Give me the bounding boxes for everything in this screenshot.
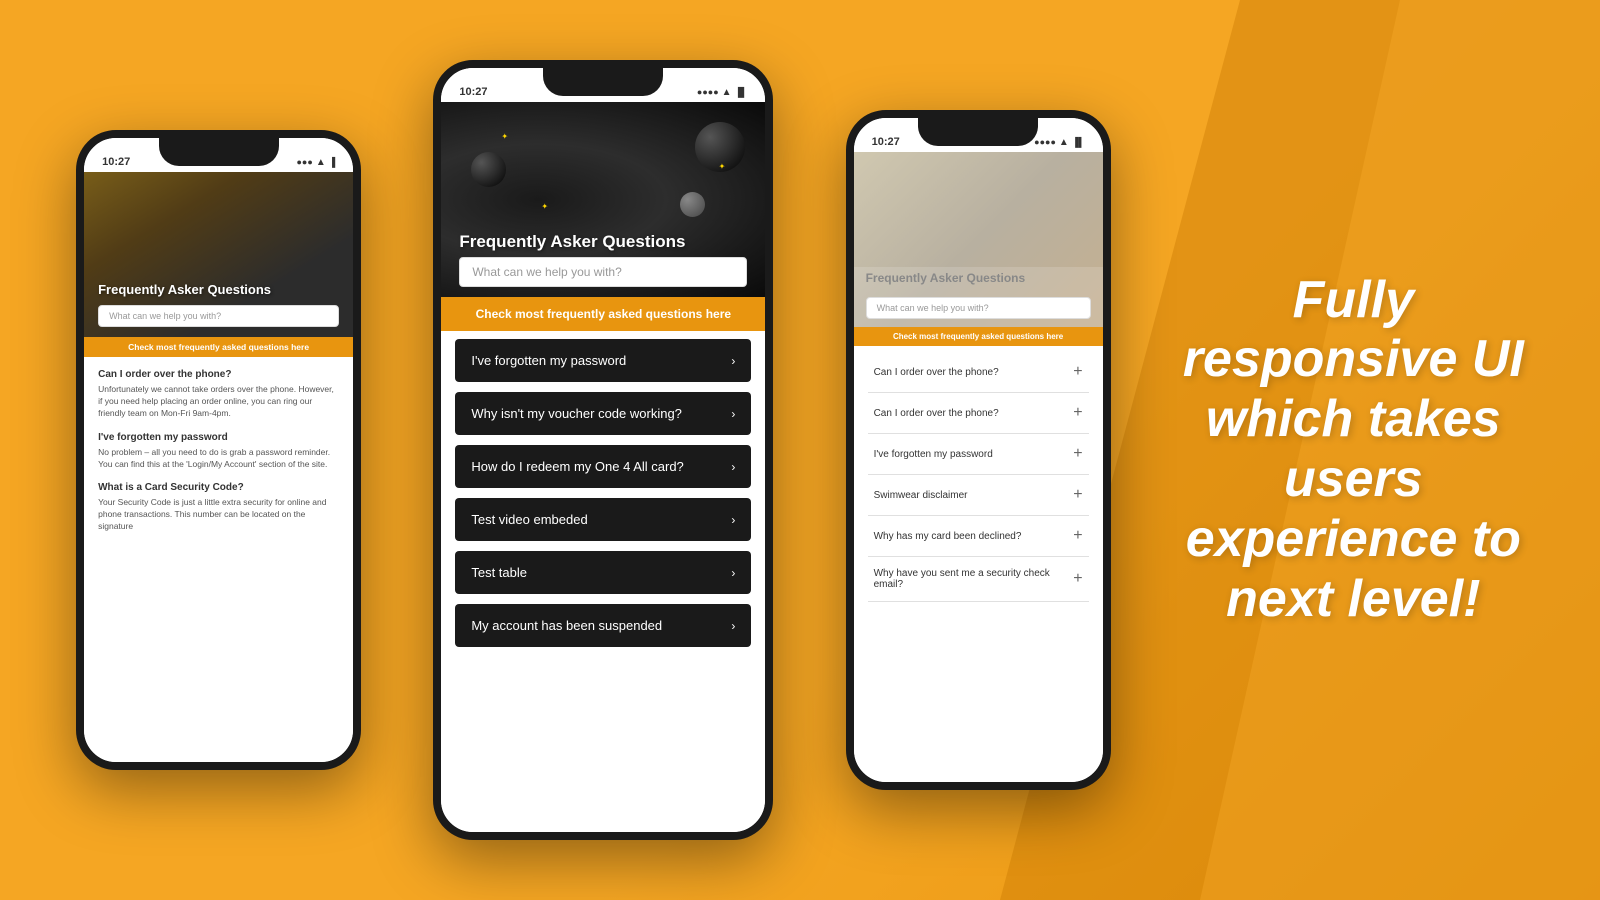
- tagline-line3: which takes: [1206, 390, 1501, 448]
- phone-2-search[interactable]: What can we help you with?: [459, 257, 747, 287]
- phone-2-time: 10:27: [459, 86, 487, 98]
- wifi-icon-2: ▲: [722, 87, 732, 98]
- phone3-faq-item-3-label: Swimwear disclaimer: [874, 490, 968, 501]
- phone-2-status-bar: 10:27 ●●●● ▲ ▐▌: [441, 78, 765, 102]
- plus-icon-1: +: [1073, 404, 1082, 422]
- plus-icon-2: +: [1073, 445, 1082, 463]
- sparkle-3: ✦: [541, 202, 548, 211]
- arrow-icon-2: ›: [731, 460, 735, 474]
- battery-icon: ▐: [329, 157, 335, 167]
- phone-1-hero-title: Frequently Asker Questions: [98, 282, 271, 299]
- faq-1-answer: Unfortunately we cannot take orders over…: [98, 384, 339, 420]
- battery-icon-3: ▐▌: [1072, 137, 1085, 147]
- phone-1-status-bar: 10:27 ●●● ▲ ▐: [84, 148, 353, 172]
- phone-3-faq-item-3[interactable]: Swimwear disclaimer +: [868, 475, 1089, 516]
- phone-1-faq-content: Can I order over the phone? Unfortunatel…: [84, 357, 353, 557]
- tagline-line6: next level!: [1226, 570, 1480, 628]
- phone-2-hero-title: Frequently Asker Questions: [459, 231, 685, 253]
- phone-2-status-icons: ●●●● ▲ ▐▌: [697, 87, 747, 98]
- phone-2-faq-list: I've forgotten my password › Why isn't m…: [441, 331, 765, 665]
- signal-icon-2: ●●●●: [697, 87, 719, 97]
- phone-mockup-1: 10:27 ●●● ▲ ▐ Frequently Asker Questions…: [76, 130, 361, 770]
- arrow-icon-3: ›: [731, 513, 735, 527]
- tagline-line4: users: [1284, 450, 1423, 508]
- tagline-line2: responsive UI: [1183, 330, 1524, 388]
- tagline-text: Fully responsive UI which takes users ex…: [1183, 271, 1524, 630]
- phone-mockup-2: 10:27 ●●●● ▲ ▐▌ ✦ ✦ ✦ Frequently Asker Q…: [433, 60, 773, 840]
- phone3-faq-item-0-label: Can I order over the phone?: [874, 367, 999, 378]
- phone-3-hero: Frequently Asker Questions What can we h…: [854, 152, 1103, 327]
- phone-3-status-bar: 10:27 ●●●● ▲ ▐▌: [854, 128, 1103, 152]
- faq-2-answer: No problem – all you need to do is grab …: [98, 447, 339, 471]
- phone-2-faq-item-3[interactable]: Test video embeded ›: [455, 498, 751, 541]
- phone-2-faq-item-0[interactable]: I've forgotten my password ›: [455, 339, 751, 382]
- phone-2-check-link[interactable]: Check most frequently asked questions he…: [441, 297, 765, 331]
- phone-3-check-link[interactable]: Check most frequently asked questions he…: [854, 327, 1103, 346]
- phone3-faq-item-1-label: Can I order over the phone?: [874, 408, 999, 419]
- signal-icon-3: ●●●●: [1034, 137, 1056, 147]
- faq-item-2-label: How do I redeem my One 4 All card?: [471, 459, 683, 474]
- phone-1-status-icons: ●●● ▲ ▐: [297, 157, 336, 168]
- wifi-icon-3: ▲: [1059, 137, 1069, 148]
- phone-1-time: 10:27: [102, 156, 130, 168]
- faq-item-0-label: I've forgotten my password: [471, 353, 626, 368]
- phone-2-hero: ✦ ✦ ✦ Frequently Asker Questions What ca…: [441, 102, 765, 297]
- phone-1-search[interactable]: What can we help you with?: [98, 305, 339, 327]
- faq-2-question: I've forgotten my password: [98, 432, 339, 443]
- faq-3-question: What is a Card Security Code?: [98, 482, 339, 493]
- tagline-section: Fully responsive UI which takes users ex…: [1183, 271, 1524, 630]
- phone-1-check-link[interactable]: Check most frequently asked questions he…: [84, 337, 353, 357]
- faq-item-3-label: Test video embeded: [471, 512, 587, 527]
- phone-3-faq-item-0[interactable]: Can I order over the phone? +: [868, 352, 1089, 393]
- faq-item-5-label: My account has been suspended: [471, 618, 662, 633]
- battery-icon-2: ▐▌: [735, 87, 748, 97]
- faq-3-answer: Your Security Code is just a little extr…: [98, 497, 339, 533]
- arrow-icon-0: ›: [731, 354, 735, 368]
- phone-3-status-icons: ●●●● ▲ ▐▌: [1034, 137, 1084, 148]
- tagline-line5: experience to: [1186, 510, 1521, 568]
- faq-1-question: Can I order over the phone?: [98, 369, 339, 380]
- signal-icon: ●●●: [297, 157, 313, 167]
- arrow-icon-5: ›: [731, 619, 735, 633]
- phone-2-faq-item-1[interactable]: Why isn't my voucher code working? ›: [455, 392, 751, 435]
- phone-2-faq-item-5[interactable]: My account has been suspended ›: [455, 604, 751, 647]
- phone-3-faq-item-1[interactable]: Can I order over the phone? +: [868, 393, 1089, 434]
- phone-2-faq-item-2[interactable]: How do I redeem my One 4 All card? ›: [455, 445, 751, 488]
- phone-3-hero-title: Frequently Asker Questions: [866, 271, 1026, 287]
- phone-3-faq-item-2[interactable]: I've forgotten my password +: [868, 434, 1089, 475]
- phone-3-faq-list: Can I order over the phone? + Can I orde…: [854, 346, 1103, 608]
- plus-icon-0: +: [1073, 363, 1082, 381]
- plus-icon-5: +: [1073, 570, 1082, 588]
- phone-3-faq-item-4[interactable]: Why has my card been declined? +: [868, 516, 1089, 557]
- phone-mockup-3: 10:27 ●●●● ▲ ▐▌ Frequently Asker Questio…: [846, 110, 1111, 790]
- faq-item-3: What is a Card Security Code? Your Secur…: [98, 482, 339, 533]
- phone3-faq-item-5-label: Why have you sent me a security check em…: [874, 568, 1054, 590]
- phone3-faq-item-4-label: Why has my card been declined?: [874, 531, 1022, 542]
- faq-item-1: Can I order over the phone? Unfortunatel…: [98, 369, 339, 420]
- tagline-line1: Fully: [1293, 271, 1414, 329]
- phone-1-screen: 10:27 ●●● ▲ ▐ Frequently Asker Questions…: [84, 138, 353, 762]
- phone-3-screen: 10:27 ●●●● ▲ ▐▌ Frequently Asker Questio…: [854, 118, 1103, 782]
- faq-item-2: I've forgotten my password No problem – …: [98, 432, 339, 471]
- faq-item-4-label: Test table: [471, 565, 527, 580]
- phone-3-search[interactable]: What can we help you with?: [866, 297, 1091, 319]
- wifi-icon: ▲: [316, 157, 326, 168]
- sparkle-2: ✦: [719, 162, 726, 171]
- sparkle-1: ✦: [501, 132, 508, 141]
- faq-item-1-label: Why isn't my voucher code working?: [471, 406, 682, 421]
- arrow-icon-1: ›: [731, 407, 735, 421]
- plus-icon-4: +: [1073, 527, 1082, 545]
- phone3-faq-item-2-label: I've forgotten my password: [874, 449, 993, 460]
- arrow-icon-4: ›: [731, 566, 735, 580]
- phone-1-hero: Frequently Asker Questions What can we h…: [84, 172, 353, 337]
- phone-3-faq-item-5[interactable]: Why have you sent me a security check em…: [868, 557, 1089, 602]
- phone-2-screen: 10:27 ●●●● ▲ ▐▌ ✦ ✦ ✦ Frequently Asker Q…: [441, 68, 765, 832]
- phone-3-time: 10:27: [872, 136, 900, 148]
- main-content: 10:27 ●●● ▲ ▐ Frequently Asker Questions…: [0, 0, 1600, 900]
- phone-2-faq-item-4[interactable]: Test table ›: [455, 551, 751, 594]
- plus-icon-3: +: [1073, 486, 1082, 504]
